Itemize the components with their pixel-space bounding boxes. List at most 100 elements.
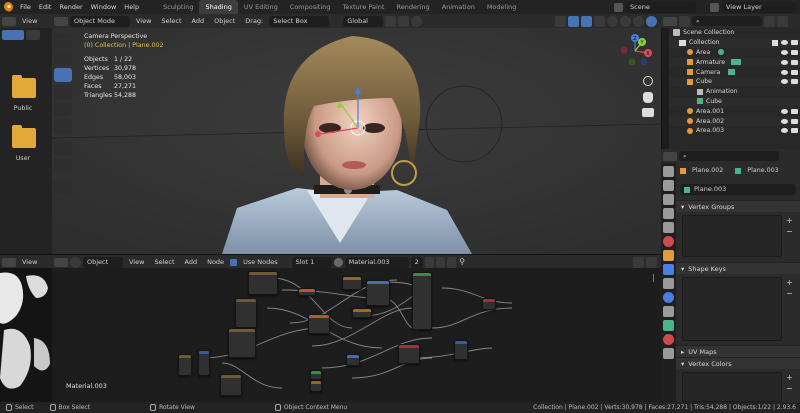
- tool-3d-cursor-icon[interactable]: [54, 51, 72, 65]
- pan-hand-icon[interactable]: [643, 92, 653, 103]
- viewport-view-menu[interactable]: View: [132, 15, 155, 27]
- use-nodes-checkbox[interactable]: [230, 258, 238, 266]
- filter-icon[interactable]: [26, 30, 40, 40]
- shader-node[interactable]: [342, 276, 362, 290]
- tool-measure-icon[interactable]: [54, 158, 72, 172]
- editor-type-icon[interactable]: [54, 257, 68, 267]
- eye-icon[interactable]: [781, 40, 788, 46]
- overlay-icon[interactable]: [646, 256, 657, 268]
- node-view-menu[interactable]: View: [125, 256, 148, 268]
- tab-physics-icon[interactable]: [663, 292, 674, 303]
- tab-output-icon[interactable]: [663, 194, 674, 205]
- shader-node[interactable]: [310, 380, 322, 392]
- shader-node[interactable]: [228, 328, 256, 358]
- camera-icon[interactable]: [791, 69, 798, 75]
- visibility-icon[interactable]: [555, 15, 566, 27]
- new-material-icon[interactable]: [435, 256, 445, 268]
- shader-node[interactable]: [178, 354, 192, 376]
- tab-texture-icon[interactable]: [663, 348, 674, 359]
- camera-icon[interactable]: [791, 108, 798, 114]
- camera-icon[interactable]: [791, 118, 798, 124]
- tool-scale-icon[interactable]: [54, 102, 72, 116]
- add-vertex-color-button[interactable]: +: [786, 373, 793, 382]
- outliner-row[interactable]: Area.002: [669, 116, 800, 126]
- shader-node[interactable]: [235, 298, 257, 328]
- camera-icon[interactable]: [791, 49, 798, 55]
- camera-icon[interactable]: [791, 128, 798, 134]
- shader-type-icon[interactable]: [70, 256, 81, 268]
- outliner-scene-collection[interactable]: Scene Collection: [669, 28, 800, 38]
- menu-file[interactable]: File: [16, 0, 35, 14]
- panel-vertex-groups[interactable]: ▾ Vertex Groups: [676, 200, 800, 212]
- panel-uv-maps[interactable]: ▸ UV Maps: [676, 345, 800, 357]
- outliner-row[interactable]: Animation: [669, 87, 800, 97]
- outliner-row[interactable]: Cube: [669, 76, 800, 87]
- shader-node[interactable]: [310, 370, 322, 380]
- add-vertex-group-button[interactable]: +: [786, 216, 793, 225]
- new-collection-icon[interactable]: [777, 15, 788, 27]
- shading-solid-icon[interactable]: [620, 15, 631, 27]
- tab-render-icon[interactable]: [663, 180, 674, 191]
- remove-vertex-group-button[interactable]: −: [786, 227, 793, 236]
- tab-modeling[interactable]: Modeling: [481, 0, 523, 14]
- scene-selector[interactable]: Scene: [626, 1, 696, 13]
- vertex-groups-list[interactable]: [682, 215, 782, 257]
- transform-orientation[interactable]: Global: [343, 15, 384, 27]
- drag-select-box[interactable]: Select Box: [269, 15, 330, 27]
- menu-window[interactable]: Window: [87, 0, 121, 14]
- shader-node[interactable]: [352, 308, 372, 318]
- eye-icon[interactable]: [781, 69, 788, 75]
- tab-uv-editing[interactable]: UV Editing: [238, 0, 284, 14]
- eye-icon[interactable]: [781, 49, 788, 55]
- pivot-icon[interactable]: [385, 15, 397, 27]
- eye-icon[interactable]: [781, 59, 788, 65]
- shader-node-editor[interactable]: Material.003: [52, 268, 661, 402]
- shape-keys-list[interactable]: [682, 277, 782, 341]
- proportional-edit-icon[interactable]: [411, 15, 423, 27]
- outliner-row[interactable]: Area.001: [669, 106, 800, 116]
- folder-user-icon[interactable]: [12, 125, 36, 148]
- tool-rotate-icon[interactable]: [54, 85, 72, 99]
- display-mode-icon[interactable]: [679, 15, 690, 27]
- menu-edit[interactable]: Edit: [35, 0, 56, 14]
- outliner-search[interactable]: ⌕: [692, 16, 762, 26]
- shading-material-icon[interactable]: [633, 15, 644, 27]
- shader-node[interactable]: [308, 314, 330, 334]
- menu-render[interactable]: Render: [55, 0, 86, 14]
- editor-type-icon[interactable]: [663, 16, 677, 26]
- shader-type-selector[interactable]: Object: [83, 256, 123, 268]
- shader-node[interactable]: [398, 344, 420, 364]
- eye-icon[interactable]: [781, 108, 788, 114]
- tab-constraints-icon[interactable]: [663, 306, 674, 317]
- tab-material-icon[interactable]: [663, 334, 674, 345]
- image-editor[interactable]: [0, 268, 52, 402]
- tool-transform-icon[interactable]: [54, 119, 72, 133]
- snap-icon[interactable]: [633, 256, 644, 268]
- tool-select-cursor-icon[interactable]: [54, 34, 72, 48]
- view-layer-icon[interactable]: [710, 2, 719, 12]
- shader-node[interactable]: [454, 340, 468, 360]
- mode-selector[interactable]: Object Mode: [70, 15, 130, 27]
- unlink-icon[interactable]: [446, 256, 456, 268]
- tab-view-layer-icon[interactable]: [663, 208, 674, 219]
- checkbox-icon[interactable]: [772, 39, 778, 46]
- gizmo-toggle-icon[interactable]: [568, 15, 579, 27]
- area-divider[interactable]: [661, 28, 662, 149]
- shading-rendered-icon[interactable]: [646, 15, 657, 27]
- properties-search[interactable]: ⌕: [679, 151, 779, 161]
- material-sphere-icon[interactable]: [333, 257, 343, 267]
- tab-particles-icon[interactable]: [663, 278, 674, 289]
- shader-node[interactable]: [346, 354, 360, 366]
- shader-node[interactable]: [412, 272, 432, 330]
- slot-selector[interactable]: Slot 1: [291, 256, 332, 268]
- add-shape-key-button[interactable]: +: [786, 278, 793, 287]
- tab-rendering[interactable]: Rendering: [390, 0, 435, 14]
- tool-move-icon[interactable]: [54, 68, 72, 82]
- tab-scene-icon[interactable]: [663, 222, 674, 233]
- camera-view-icon[interactable]: [642, 108, 654, 117]
- file-view-menu[interactable]: View: [18, 15, 41, 27]
- image-view-menu[interactable]: View: [18, 256, 41, 268]
- remove-shape-key-button[interactable]: −: [786, 289, 793, 298]
- filter-icon[interactable]: [764, 15, 775, 27]
- tab-world-icon[interactable]: [663, 236, 674, 247]
